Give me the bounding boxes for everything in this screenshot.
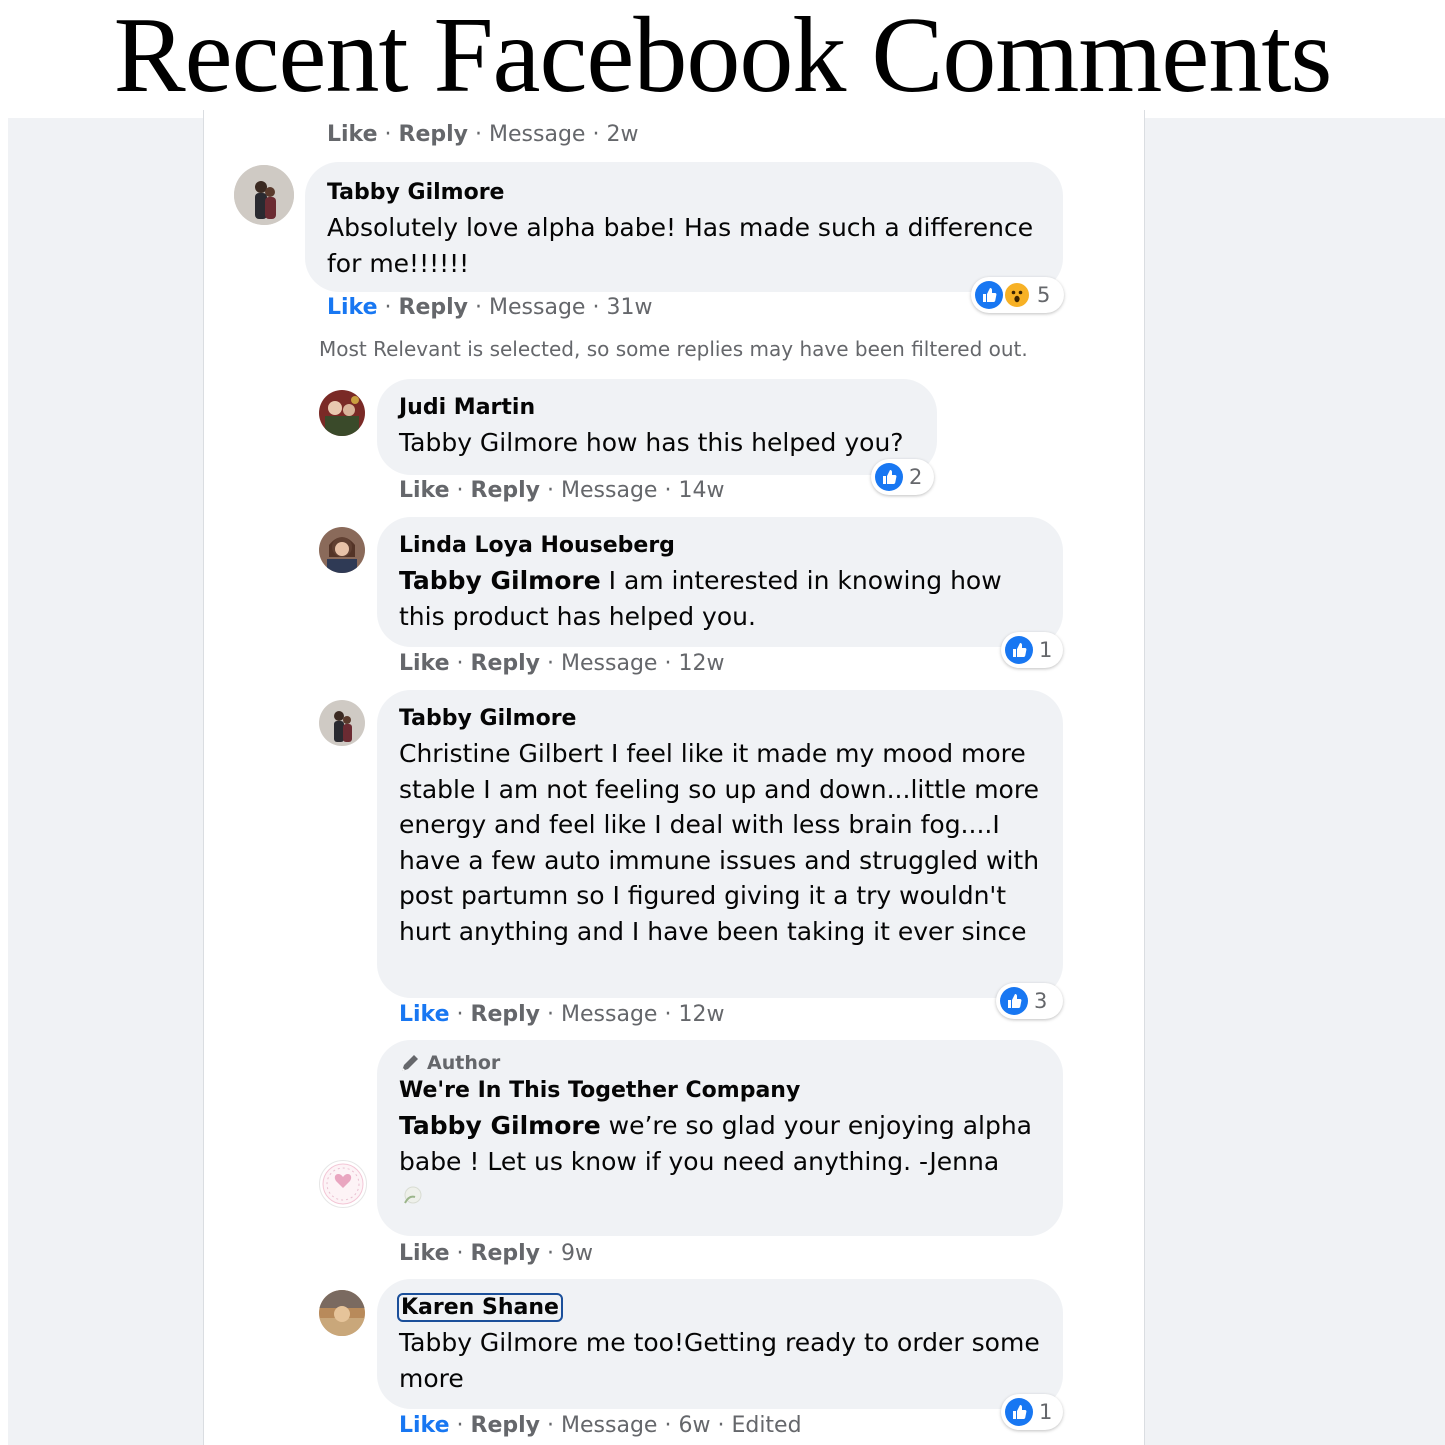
- timestamp[interactable]: 12w: [678, 1002, 724, 1027]
- reply-link[interactable]: Reply: [471, 1241, 541, 1266]
- reaction-count: 1: [1039, 638, 1053, 662]
- reply-link[interactable]: Reply: [399, 295, 469, 320]
- avatar[interactable]: [319, 527, 365, 573]
- mention-link[interactable]: Tabby Gilmore: [399, 1111, 601, 1140]
- avatar-photo: [319, 527, 365, 573]
- message-link[interactable]: Message: [561, 1002, 657, 1027]
- message-link[interactable]: Message: [561, 478, 657, 503]
- reply-actions: Like · Reply · Message · 6w · Edited: [399, 1413, 802, 1438]
- commenter-name[interactable]: Tabby Gilmore: [327, 176, 1041, 210]
- comment-text: Tabby Gilmore me too!Getting ready to or…: [399, 1328, 1040, 1393]
- like-link[interactable]: Like: [399, 1413, 450, 1438]
- reaction-summary[interactable]: 1: [1001, 632, 1063, 668]
- reaction-summary[interactable]: 3: [996, 983, 1063, 1019]
- message-link[interactable]: Message: [561, 1413, 657, 1438]
- like-link[interactable]: Like: [399, 651, 450, 676]
- like-icon: [1005, 636, 1033, 664]
- avatar[interactable]: [319, 390, 365, 436]
- timestamp[interactable]: 31w: [606, 295, 652, 320]
- avatar-photo: [234, 165, 294, 225]
- reaction-summary[interactable]: 1: [1001, 1394, 1063, 1430]
- mention-link[interactable]: Tabby Gilmore: [399, 566, 601, 595]
- filter-notice: Most Relevant is selected, so some repli…: [319, 337, 1028, 361]
- reaction-summary[interactable]: 2: [871, 459, 934, 495]
- comment-text: Tabby Gilmore I am interested in knowing…: [399, 566, 1002, 631]
- reply-actions: Like · Reply · Message · 12w: [399, 1002, 725, 1027]
- reaction-count: 1: [1039, 1400, 1053, 1424]
- page-title: Recent Facebook Comments: [113, 0, 1333, 115]
- comment-text: Absolutely love alpha babe! Has made suc…: [327, 213, 1034, 278]
- like-icon: [1005, 1398, 1033, 1426]
- previous-comment-actions: Like · Reply · Message · 2w: [327, 122, 639, 147]
- avatar[interactable]: [234, 165, 294, 225]
- reply-link[interactable]: Reply: [471, 1002, 541, 1027]
- avatar[interactable]: [319, 700, 365, 746]
- like-link[interactable]: Like: [399, 478, 450, 503]
- reply-link[interactable]: Reply: [471, 651, 541, 676]
- comments-panel: Like · Reply · Message · 2w Tabby Gilmor…: [203, 110, 1145, 1445]
- comment-actions: Like · Reply · Message · 31w: [327, 295, 653, 320]
- message-link[interactable]: Message: [561, 651, 657, 676]
- timestamp[interactable]: 2w: [606, 122, 638, 147]
- reaction-count: 3: [1034, 989, 1048, 1013]
- timestamp[interactable]: 14w: [678, 478, 724, 503]
- reply-link[interactable]: Reply: [471, 1413, 541, 1438]
- commenter-name[interactable]: Judi Martin: [399, 391, 915, 425]
- reply-bubble: Linda Loya Houseberg Tabby Gilmore I am …: [377, 517, 1063, 647]
- reaction-summary[interactable]: 5: [971, 277, 1064, 313]
- reply-actions: Like · Reply · 9w: [399, 1241, 594, 1266]
- pen-icon: [402, 1055, 418, 1071]
- reply-bubble: Karen Shane Tabby Gilmore me too!Getting…: [377, 1279, 1063, 1409]
- author-badge: Author: [399, 1052, 1041, 1074]
- avatar-photo: [319, 1290, 365, 1336]
- timestamp[interactable]: 9w: [561, 1241, 593, 1266]
- reply-link[interactable]: Reply: [399, 122, 469, 147]
- like-link[interactable]: Like: [327, 295, 378, 320]
- wow-icon: [1003, 281, 1031, 309]
- like-icon: [975, 281, 1003, 309]
- reply-bubble: Author We're In This Together Company Ta…: [377, 1040, 1063, 1236]
- avatar-photo: [319, 390, 365, 436]
- comment-text: Tabby Gilmore we’re so glad your enjoyin…: [399, 1111, 1032, 1176]
- reaction-count: 2: [909, 465, 923, 489]
- reply-bubble: Judi Martin Tabby Gilmore how has this h…: [377, 379, 937, 475]
- flower-icon: [404, 1186, 422, 1204]
- reply-actions: Like · Reply · Message · 12w: [399, 651, 725, 676]
- like-link[interactable]: Like: [399, 1002, 450, 1027]
- page-header: Recent Facebook Comments: [0, 0, 1445, 118]
- comment-bubble: Tabby Gilmore Absolutely love alpha babe…: [305, 162, 1063, 292]
- like-link[interactable]: Like: [399, 1241, 450, 1266]
- commenter-name[interactable]: Karen Shane: [397, 1293, 563, 1322]
- commenter-name[interactable]: We're In This Together Company: [399, 1074, 1041, 1108]
- reply-actions: Like · Reply · Message · 14w: [399, 478, 725, 503]
- comment-text: Christine Gilbert I feel like it made my…: [399, 739, 1040, 946]
- reply-link[interactable]: Reply: [471, 478, 541, 503]
- avatar-photo: [319, 700, 365, 746]
- message-link[interactable]: Message: [489, 295, 585, 320]
- like-icon: [875, 463, 903, 491]
- like-icon: [1000, 987, 1028, 1015]
- commenter-name[interactable]: Tabby Gilmore: [399, 702, 1041, 736]
- avatar[interactable]: [319, 1160, 367, 1208]
- reaction-count: 5: [1037, 283, 1051, 307]
- message-link[interactable]: Message: [489, 122, 585, 147]
- avatar[interactable]: [319, 1290, 365, 1336]
- like-link[interactable]: Like: [327, 122, 378, 147]
- timestamp[interactable]: 6w: [678, 1413, 710, 1438]
- reply-bubble: Tabby Gilmore Christine Gilbert I feel l…: [377, 690, 1063, 998]
- comment-text: Tabby Gilmore how has this helped you?: [399, 428, 904, 457]
- commenter-name[interactable]: Linda Loya Houseberg: [399, 529, 1041, 563]
- company-logo: [322, 1163, 364, 1205]
- timestamp[interactable]: 12w: [678, 651, 724, 676]
- left-margin: [0, 110, 8, 1445]
- edited-label[interactable]: Edited: [731, 1413, 801, 1438]
